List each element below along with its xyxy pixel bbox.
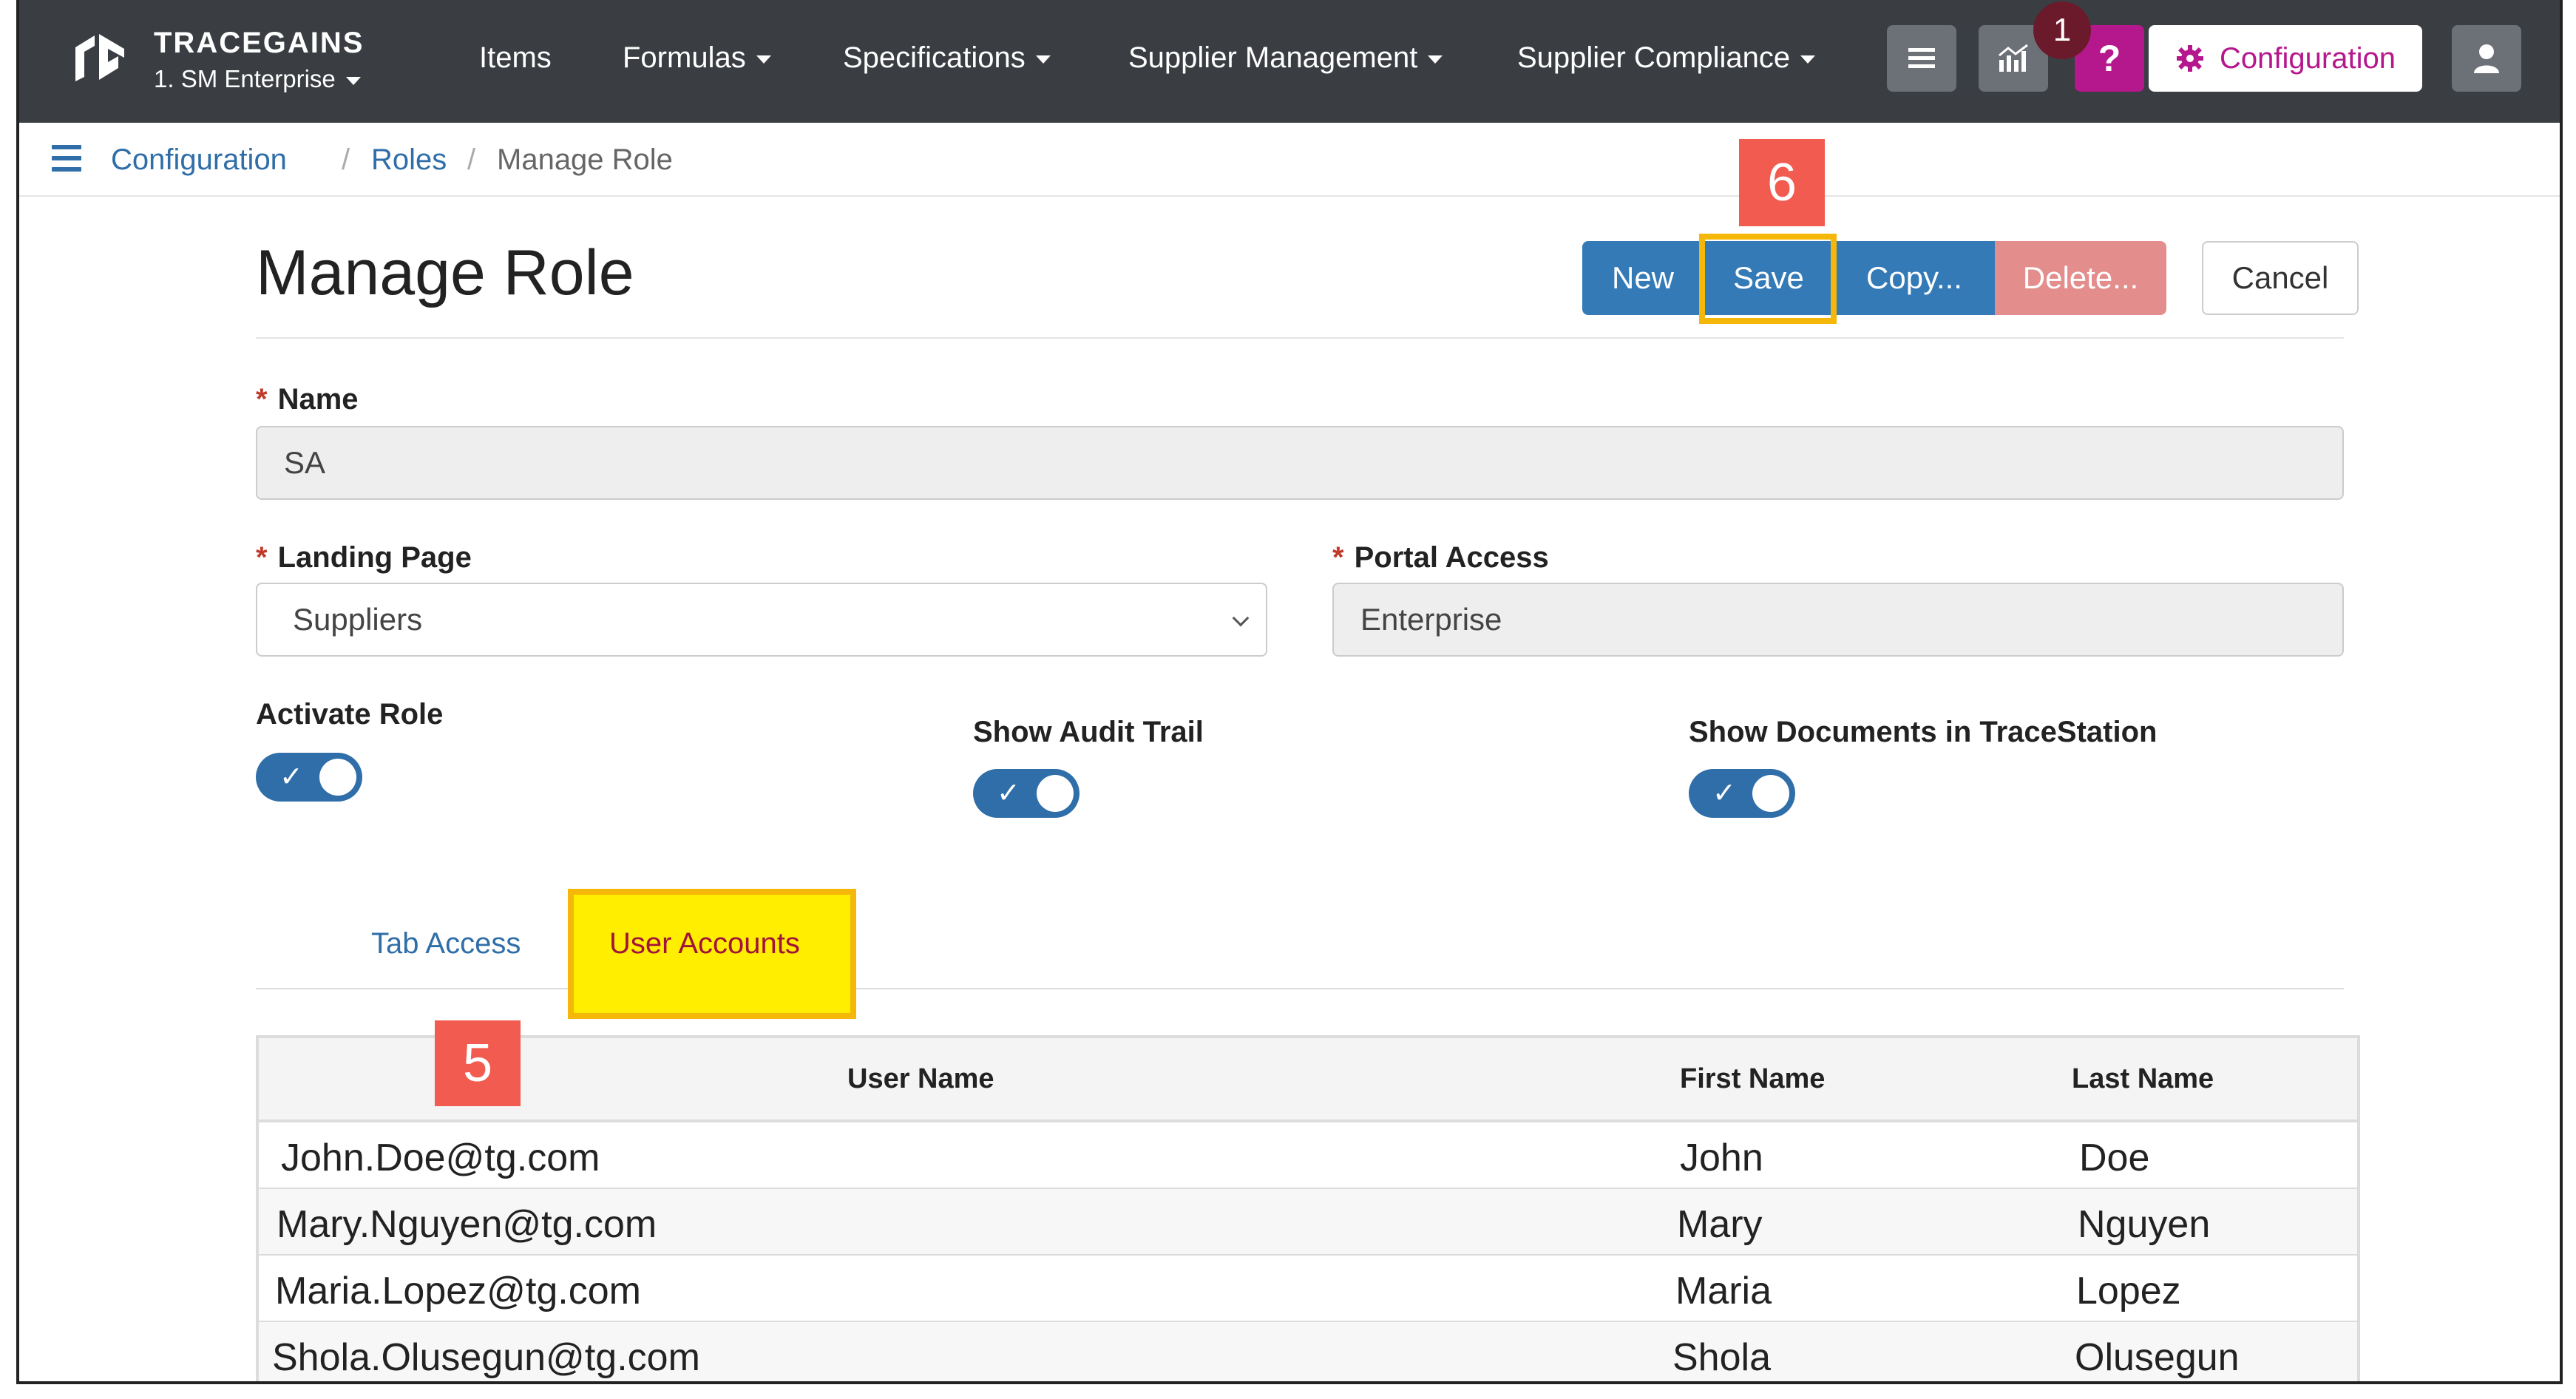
nav-items[interactable]: Items: [479, 41, 552, 75]
toggle-knob: [319, 759, 356, 796]
list-menu-button[interactable]: [1887, 25, 1956, 92]
table-row[interactable]: John.Doe@tg.com John Doe: [259, 1122, 2357, 1189]
column-header-last-name[interactable]: Last Name: [2072, 1063, 2214, 1095]
cell-first-name: Shola: [1672, 1336, 1771, 1379]
cell-user-name: John.Doe@tg.com: [281, 1137, 600, 1179]
save-highlight-box: [1699, 234, 1837, 324]
table-row[interactable]: Mary.Nguyen@tg.com Mary Nguyen: [259, 1189, 2357, 1256]
breadcrumb-separator: /: [467, 143, 476, 176]
tracegains-logo-icon[interactable]: [67, 25, 133, 92]
user-menu-button[interactable]: [2452, 25, 2521, 92]
tab-tab-access[interactable]: Tab Access: [371, 927, 521, 961]
header-divider: [256, 337, 2344, 339]
delete-button[interactable]: Delete...: [1995, 241, 2166, 315]
question-mark-icon: ?: [2098, 38, 2121, 79]
toggle-knob: [1752, 775, 1789, 812]
step-callout-save: 6: [1739, 139, 1825, 226]
table-header: User Name First Name Last Name: [259, 1038, 2357, 1122]
copy-button[interactable]: Copy...: [1834, 241, 1995, 315]
table-body: John.Doe@tg.com John Doe Mary.Nguyen@tg.…: [259, 1122, 2357, 1381]
help-step-badge: 1: [2033, 1, 2091, 59]
cell-last-name: Lopez: [2076, 1270, 2181, 1312]
cell-first-name: John: [1680, 1137, 1763, 1179]
cell-user-name: Mary.Nguyen@tg.com: [277, 1203, 657, 1246]
chevron-down-icon: [1035, 55, 1051, 64]
configuration-button[interactable]: Configuration: [2149, 25, 2422, 92]
column-header-user-name[interactable]: User Name: [847, 1063, 994, 1095]
show-audit-trail-label: Show Audit Trail: [973, 716, 1204, 748]
portal-access-label: * Portal Access: [1332, 541, 1549, 574]
hamburger-menu-icon[interactable]: [52, 145, 81, 172]
required-marker: *: [256, 541, 268, 574]
list-icon: [1908, 48, 1935, 68]
required-marker: *: [256, 383, 268, 416]
gear-icon: [2177, 45, 2204, 72]
cell-user-name: Maria.Lopez@tg.com: [275, 1270, 641, 1312]
table-row[interactable]: Shola.Olusegun@tg.com Shola Olusegun: [259, 1322, 2357, 1381]
brand-name: TRACEGAINS: [154, 27, 365, 59]
cell-last-name: Olusegun: [2075, 1336, 2240, 1379]
account-name: 1. SM Enterprise: [154, 65, 336, 92]
landing-page-select[interactable]: Suppliers: [256, 583, 1267, 657]
show-audit-trail-toggle[interactable]: ✓: [973, 769, 1079, 818]
breadcrumb-current: Manage Role: [497, 143, 673, 176]
account-switcher[interactable]: 1. SM Enterprise: [154, 65, 361, 93]
cell-first-name: Mary: [1677, 1203, 1763, 1246]
show-documents-toggle[interactable]: ✓: [1689, 769, 1795, 818]
breadcrumb-separator: /: [342, 143, 350, 176]
breadcrumb-configuration[interactable]: Configuration: [111, 143, 287, 177]
configuration-label: Configuration: [2220, 41, 2396, 75]
app-window: TRACEGAINS 1. SM Enterprise Items Formul…: [16, 0, 2563, 1384]
user-accounts-table: User Name First Name Last Name John.Doe@…: [256, 1035, 2360, 1381]
required-marker: *: [1332, 541, 1344, 574]
table-row[interactable]: Maria.Lopez@tg.com Maria Lopez: [259, 1256, 2357, 1322]
nav-specifications[interactable]: Specifications: [843, 41, 1051, 75]
check-icon: ✓: [997, 778, 1020, 809]
activate-role-toggle[interactable]: ✓: [256, 753, 362, 802]
show-documents-label: Show Documents in TraceStation: [1689, 716, 2158, 748]
chevron-down-icon: [1428, 55, 1443, 64]
landing-page-label: * Landing Page: [256, 541, 472, 574]
check-icon: ✓: [279, 762, 303, 793]
cell-last-name: Doe: [2079, 1137, 2150, 1179]
cell-first-name: Maria: [1675, 1270, 1772, 1312]
chevron-down-icon: [345, 76, 361, 85]
breadcrumb-roles[interactable]: Roles: [371, 143, 447, 177]
nav-supplier-management[interactable]: Supplier Management: [1128, 41, 1443, 75]
cell-user-name: Shola.Olusegun@tg.com: [272, 1336, 700, 1379]
cell-last-name: Nguyen: [2078, 1203, 2211, 1246]
new-button[interactable]: New: [1582, 241, 1704, 315]
top-navbar: TRACEGAINS 1. SM Enterprise Items Formul…: [19, 0, 2560, 123]
column-header-first-name[interactable]: First Name: [1680, 1063, 1825, 1095]
chevron-down-icon: [1800, 55, 1816, 64]
activate-role-label: Activate Role: [256, 698, 444, 731]
toggle-knob: [1037, 775, 1074, 812]
portal-access-field: Enterprise: [1332, 583, 2344, 657]
landing-page-value: Suppliers: [293, 602, 423, 637]
tab-user-accounts[interactable]: User Accounts: [609, 927, 800, 961]
cancel-button[interactable]: Cancel: [2202, 241, 2359, 315]
name-label: * Name: [256, 383, 359, 416]
chart-icon: [1999, 44, 2028, 72]
chevron-down-icon: [1232, 609, 1250, 627]
check-icon: ✓: [1712, 778, 1736, 809]
breadcrumb: Configuration / Roles / Manage Role: [19, 123, 2560, 197]
step-callout-table: 5: [435, 1020, 521, 1106]
page-title: Manage Role: [256, 237, 634, 308]
nav-formulas[interactable]: Formulas: [623, 41, 771, 75]
nav-supplier-compliance[interactable]: Supplier Compliance: [1517, 41, 1816, 75]
chevron-down-icon: [756, 55, 771, 64]
user-icon: [2474, 44, 2499, 73]
name-field[interactable]: SA: [256, 426, 2344, 500]
